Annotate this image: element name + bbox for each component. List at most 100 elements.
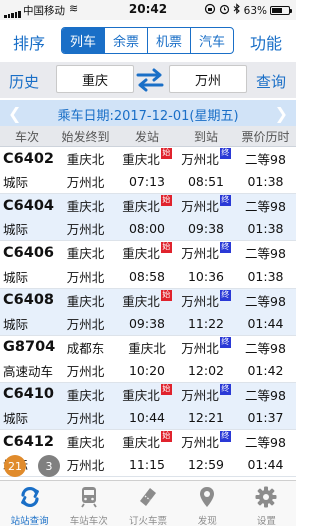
seat-price: 二等98: [245, 435, 286, 451]
header-train-no[interactable]: 车次: [0, 126, 54, 146]
train-type: 高速动车: [3, 363, 54, 379]
depart-time: 07:13: [128, 174, 166, 190]
next-day-icon[interactable]: ❯: [275, 104, 288, 123]
end-station-badge: 终: [219, 148, 231, 160]
end-station-badge: 终: [219, 289, 231, 301]
function-button[interactable]: 功能: [250, 30, 282, 54]
depart-station: 重庆北: [122, 199, 160, 215]
depart-time: 10:20: [128, 362, 166, 378]
table-header: 车次 始发终到 发站 到站 票价历时: [0, 126, 296, 147]
terminal-station: 万州北: [66, 222, 105, 238]
train-row[interactable]: C6410 重庆北 重庆北始 万州北终 二等98 城际 万州北 10:44 12…: [0, 382, 296, 431]
origin-station: 重庆北: [66, 435, 105, 451]
tab-book-tickets[interactable]: 订火车票: [118, 481, 177, 526]
end-station-badge: 终: [219, 195, 231, 207]
mode-tab-bus[interactable]: 汽车: [191, 28, 233, 53]
route-bar: 历史 重庆 万州 查询: [0, 62, 296, 98]
arrive-time: 12:02: [187, 362, 225, 378]
train-row[interactable]: C6406 重庆北 重庆北始 万州北终 二等98 城际 万州北 08:58 10…: [0, 241, 296, 289]
seat-price: 二等98: [245, 387, 286, 403]
mode-tab-train[interactable]: 列车: [62, 28, 105, 53]
rotation-lock-icon: [204, 3, 216, 18]
arrive-station: 万州北: [181, 152, 219, 168]
arrive-station: 万州北: [181, 387, 219, 403]
depart-station: 重庆北: [122, 387, 160, 403]
tab-label: 发现: [197, 516, 217, 526]
location-pin-icon: [195, 485, 219, 509]
status-bar: 中国移动 ≋ 20:42 63%: [0, 0, 296, 20]
train-number: C6410: [3, 386, 54, 403]
train-number: C6404: [3, 197, 54, 214]
end-station-badge: 终: [219, 242, 231, 254]
train-row[interactable]: C6404 重庆北 重庆北始 万州北终 二等98 城际 万州北 08:00 09…: [0, 194, 296, 242]
terminal-station: 万州北: [66, 269, 105, 285]
header-depart-station[interactable]: 发站: [117, 126, 177, 146]
depart-station: 重庆北: [128, 340, 166, 356]
arrive-time: 11:22: [187, 315, 225, 331]
from-station-field[interactable]: 重庆: [56, 65, 134, 93]
history-button[interactable]: 历史: [9, 71, 39, 92]
duration: 01:38: [247, 221, 284, 237]
tab-station-trains[interactable]: 车站车次: [59, 481, 118, 526]
arrive-station: 万州北: [181, 293, 219, 309]
bluetooth-icon: [233, 3, 241, 18]
orange-count-badge[interactable]: 21: [4, 455, 26, 477]
train-type: 城际: [3, 175, 29, 191]
tab-label: 站站查询: [10, 516, 49, 526]
arrive-time: 10:36: [187, 268, 225, 284]
duration: 01:37: [247, 410, 284, 426]
train-number: C6408: [3, 292, 54, 309]
depart-time: 09:38: [128, 315, 166, 331]
terminal-station: 万州北: [66, 316, 105, 332]
train-type: 城际: [3, 316, 29, 332]
battery-fill: [272, 8, 283, 13]
depart-station: 重庆北: [122, 246, 160, 262]
tab-station-query[interactable]: 站站查询: [0, 481, 59, 526]
start-station-badge: 始: [160, 242, 172, 254]
origin-station: 重庆北: [66, 387, 105, 403]
bottom-tab-bar: 站站查询 车站车次 订火车票 发现 设置: [0, 480, 296, 526]
tab-settings[interactable]: 设置: [237, 481, 296, 526]
arrive-time: 08:51: [187, 174, 225, 190]
travel-date[interactable]: 乘车日期:2017-12-01(星期五): [0, 105, 296, 124]
tab-discover[interactable]: 发现: [178, 481, 237, 526]
origin-station: 成都东: [66, 340, 105, 356]
duration: 01:38: [247, 174, 284, 190]
depart-station: 重庆北: [122, 293, 160, 309]
train-row[interactable]: C6408 重庆北 重庆北始 万州北终 二等98 城际 万州北 09:38 11…: [0, 288, 296, 336]
seat-price: 二等98: [245, 340, 286, 356]
depart-time: 11:15: [128, 457, 166, 473]
start-station-badge: 始: [160, 148, 172, 160]
arrive-station: 万州北: [181, 246, 219, 262]
train-row[interactable]: C6402 重庆北 重庆北始 万州北终 二等98 城际 万州北 07:13 08…: [0, 147, 296, 195]
mode-tab-remaining-tickets[interactable]: 余票: [105, 28, 148, 53]
header-price-duration[interactable]: 票价历时: [235, 126, 296, 146]
train-type: 城际: [3, 411, 29, 427]
date-bar: ❮ 乘车日期:2017-12-01(星期五) ❯: [0, 100, 296, 126]
start-station-badge: 始: [160, 431, 172, 443]
query-button[interactable]: 查询: [256, 71, 286, 92]
end-station-badge: 终: [219, 383, 231, 395]
mode-tab-flights[interactable]: 机票: [148, 28, 191, 53]
to-station-field[interactable]: 万州: [169, 65, 247, 93]
header-origin-terminal[interactable]: 始发终到: [54, 126, 117, 146]
duration: 01:38: [247, 268, 284, 284]
depart-time: 10:44: [128, 410, 166, 426]
tab-label: 车站车次: [69, 516, 108, 526]
arrive-station: 万州北: [181, 435, 219, 451]
gray-count-badge[interactable]: 3: [38, 455, 60, 477]
header-arrive-station[interactable]: 到站: [177, 126, 235, 146]
terminal-station: 万州北: [66, 411, 105, 427]
battery-percent: 63%: [243, 4, 267, 17]
seat-price: 二等98: [245, 199, 286, 215]
origin-station: 重庆北: [66, 199, 105, 215]
ticket-icon: [136, 485, 160, 509]
train-type: 城际: [3, 222, 29, 238]
train-row[interactable]: G8704 成都东 重庆北 万州北终 二等98 高速动车 万州北 10:20 1…: [0, 335, 296, 383]
train-icon: [77, 485, 101, 509]
alarm-icon: [219, 3, 230, 18]
duration: 01:42: [247, 362, 284, 378]
sort-button[interactable]: 排序: [13, 30, 45, 54]
refresh-arrows-icon: [18, 485, 42, 509]
swap-stations-icon[interactable]: [135, 67, 165, 93]
